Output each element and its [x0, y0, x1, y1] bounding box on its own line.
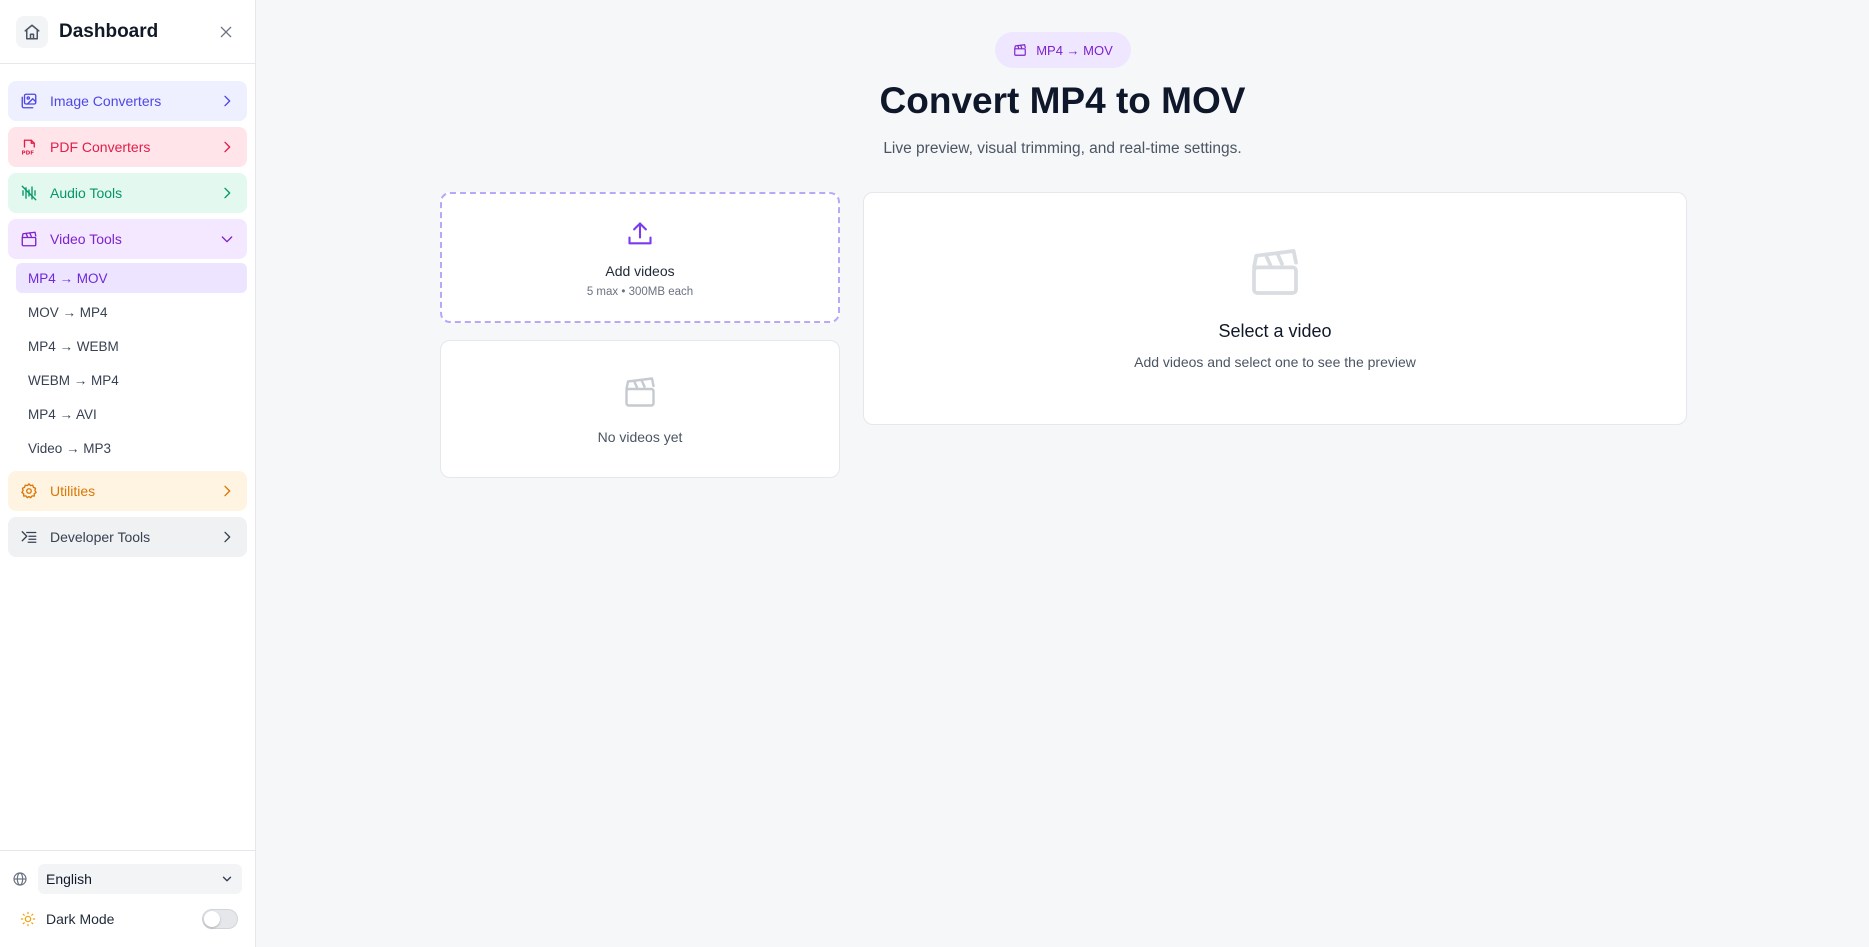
clapperboard-icon	[1013, 43, 1027, 57]
globe-icon	[12, 871, 30, 887]
sidebar-item-mp4-to-mov[interactable]: MP4 → MOV	[16, 263, 247, 293]
page-title: Convert MP4 to MOV	[879, 80, 1246, 121]
sidebar-item-label: Developer Tools	[50, 529, 151, 545]
clapperboard-icon	[622, 374, 658, 415]
sidebar-item-label: Video Tools	[50, 231, 122, 247]
upload-icon	[626, 220, 654, 253]
main-content: MP4 → MOV Convert MP4 to MOV Live previe…	[256, 0, 1869, 947]
language-row: English	[12, 863, 244, 895]
badge-label: MP4 → MOV	[1036, 42, 1113, 58]
sidebar-item-label: Audio Tools	[50, 185, 123, 201]
home-button[interactable]	[16, 15, 48, 48]
sidebar-item-label: Image Converters	[50, 93, 162, 109]
video-tools-submenu: MP4 → MOV MOV → MP4 MP4 → WEBM WEBM → MP…	[8, 263, 247, 471]
video-preview: Select a video Add videos and select one…	[863, 192, 1687, 425]
sidebar-item-image-converters[interactable]: Image Converters	[8, 81, 247, 121]
chevron-down-icon	[219, 231, 235, 247]
empty-list-text: No videos yet	[597, 428, 683, 445]
sidebar-item-video-to-mp3[interactable]: Video → MP3	[16, 433, 247, 463]
clapperboard-icon	[20, 230, 38, 248]
add-videos-dropzone[interactable]: Add videos 5 max • 300MB each	[440, 192, 840, 323]
clapperboard-icon	[1247, 244, 1303, 305]
sidebar: Dashboard Image Converters PDF PDF Conve…	[0, 0, 256, 947]
sun-icon	[20, 911, 36, 927]
chevron-right-icon	[219, 139, 235, 155]
gear-icon	[20, 482, 38, 500]
pdf-icon: PDF	[20, 138, 38, 156]
audio-wave-icon	[20, 184, 38, 202]
close-icon	[220, 26, 232, 37]
chevron-right-icon	[219, 93, 235, 109]
sidebar-item-utilities[interactable]: Utilities	[8, 471, 247, 511]
page-subtitle: Live preview, visual trimming, and real-…	[883, 140, 1242, 157]
sidebar-footer: English Dark Mode	[0, 850, 256, 947]
converter-badge: MP4 → MOV	[995, 32, 1131, 68]
dark-mode-row: Dark Mode	[12, 903, 244, 935]
sidebar-item-mp4-to-avi[interactable]: MP4 → AVI	[16, 399, 247, 429]
sidebar-item-developer-tools[interactable]: Developer Tools	[8, 517, 247, 557]
terminal-icon	[20, 528, 38, 546]
chevron-right-icon	[219, 529, 235, 545]
sidebar-item-audio-tools[interactable]: Audio Tools	[8, 173, 247, 213]
language-select[interactable]: English	[38, 864, 242, 894]
sidebar-item-pdf-converters[interactable]: PDF PDF Converters	[8, 127, 247, 167]
sidebar-title: Dashboard	[59, 20, 159, 42]
sidebar-item-label: PDF Converters	[50, 139, 151, 155]
chevron-right-icon	[219, 483, 235, 499]
home-icon	[24, 24, 40, 39]
sidebar-item-mp4-to-webm[interactable]: MP4 → WEBM	[16, 331, 247, 361]
sidebar-header: Dashboard	[0, 0, 255, 64]
chevron-down-icon	[220, 872, 234, 886]
upload-limit-text: 5 max • 300MB each	[586, 285, 694, 298]
sidebar-nav: Image Converters PDF PDF Converters Audi…	[0, 64, 255, 557]
sidebar-item-label: Utilities	[50, 483, 96, 499]
video-list: No videos yet	[440, 340, 840, 478]
image-icon	[20, 92, 38, 110]
sidebar-item-mov-to-mp4[interactable]: MOV → MP4	[16, 297, 247, 327]
svg-text:PDF: PDF	[22, 151, 35, 157]
add-videos-label: Add videos	[605, 262, 675, 279]
preview-subtitle: Add videos and select one to see the pre…	[1134, 353, 1416, 370]
sidebar-item-video-tools[interactable]: Video Tools	[8, 219, 247, 259]
dark-mode-toggle[interactable]	[202, 909, 238, 929]
chevron-right-icon	[219, 185, 235, 201]
dark-mode-label: Dark Mode	[46, 911, 115, 927]
sidebar-item-webm-to-mp4[interactable]: WEBM → MP4	[16, 365, 247, 395]
close-sidebar-button[interactable]	[213, 19, 239, 45]
language-value: English	[46, 871, 92, 887]
toggle-knob	[204, 911, 220, 927]
preview-title: Select a video	[1218, 320, 1332, 341]
